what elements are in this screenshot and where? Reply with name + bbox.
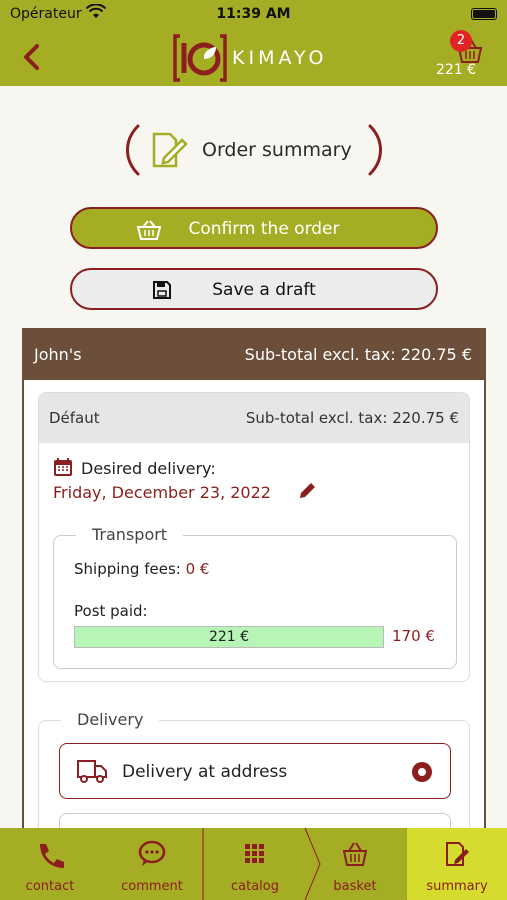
confirm-order-button[interactable]: Confirm the order — [70, 207, 438, 249]
post-paid-label: Post paid: — [74, 602, 148, 620]
cart-button[interactable]: 2 221 € — [432, 30, 492, 84]
nav-summary[interactable]: summary — [407, 828, 507, 900]
pencil-icon[interactable] — [297, 481, 317, 501]
nav-contact[interactable]: contact — [0, 828, 100, 900]
delivery-legend: Delivery — [61, 710, 160, 729]
transport-fieldset: Transport Shipping fees: 0 € Post paid: … — [53, 525, 457, 669]
customer-name: John's — [34, 345, 82, 364]
nav-label: comment — [121, 879, 183, 894]
shipping-fees-label: Shipping fees: — [74, 560, 186, 578]
back-chevron-icon[interactable] — [18, 42, 46, 72]
battery-icon — [471, 8, 497, 20]
logo-mark-icon — [173, 34, 227, 82]
shipping-fees: Shipping fees: 0 € — [74, 560, 209, 578]
post-paid-progress-bar: 221 € — [74, 626, 384, 648]
customer-header: John's Sub-total excl. tax: 220.75 € — [24, 330, 484, 380]
edit-note-icon — [446, 842, 469, 866]
kimayo-logo: KIMAYO — [172, 33, 342, 83]
section-header: Défaut Sub-total excl. tax: 220.75 € — [39, 393, 469, 443]
cart-total: 221 € — [436, 62, 477, 78]
delivery-option-label: Delivery at address — [122, 762, 288, 782]
nav-basket[interactable]: basket — [305, 828, 405, 900]
section-name: Défaut — [49, 409, 100, 427]
order-section: Défaut Sub-total excl. tax: 220.75 € Des… — [38, 392, 470, 682]
desired-delivery-label: Desired delivery: — [81, 459, 216, 478]
nav-label: summary — [426, 879, 488, 894]
status-bar: Opérateur 11:39 AM — [0, 0, 507, 30]
calendar-icon — [54, 458, 72, 476]
grid-icon — [245, 844, 264, 863]
app-header: KIMAYO 2 221 € — [0, 30, 507, 86]
delivery-option-address[interactable]: Delivery at address — [59, 743, 451, 799]
basket-icon — [342, 842, 368, 866]
section-subtotal: Sub-total excl. tax: 220.75 € — [245, 409, 459, 427]
selected-radio[interactable] — [412, 762, 432, 782]
nav-label: contact — [25, 879, 75, 894]
brand-name: KIMAYO — [232, 47, 328, 69]
save-draft-button[interactable]: Save a draft — [70, 268, 438, 310]
nav-catalog[interactable]: catalog — [205, 828, 305, 900]
edit-note-icon — [152, 132, 188, 168]
page-title-block: Order summary — [124, 122, 384, 178]
desired-delivery-date[interactable]: Friday, December 23, 2022 — [53, 483, 271, 502]
order-card: John's Sub-total excl. tax: 220.75 € Déf… — [22, 328, 486, 848]
confirm-order-label: Confirm the order — [188, 219, 340, 239]
clock: 11:39 AM — [216, 6, 291, 22]
speech-bubble-icon — [138, 840, 166, 866]
truck-icon — [77, 760, 107, 783]
post-paid-threshold: 170 € — [392, 627, 435, 645]
cart-count-badge: 2 — [450, 30, 472, 52]
transport-legend: Transport — [76, 525, 184, 544]
shipping-fees-value: 0 € — [185, 560, 210, 578]
post-paid-value: 221 € — [208, 629, 250, 645]
nav-label: basket — [333, 879, 377, 894]
phone-icon — [40, 844, 64, 868]
page-title: Order summary — [202, 139, 352, 161]
bottom-nav: contact comment catalog basket summary — [0, 828, 507, 900]
save-draft-label: Save a draft — [212, 280, 316, 300]
customer-subtotal: Sub-total excl. tax: 220.75 € — [244, 345, 472, 364]
nav-comment[interactable]: comment — [102, 828, 202, 900]
nav-label: catalog — [231, 879, 279, 894]
